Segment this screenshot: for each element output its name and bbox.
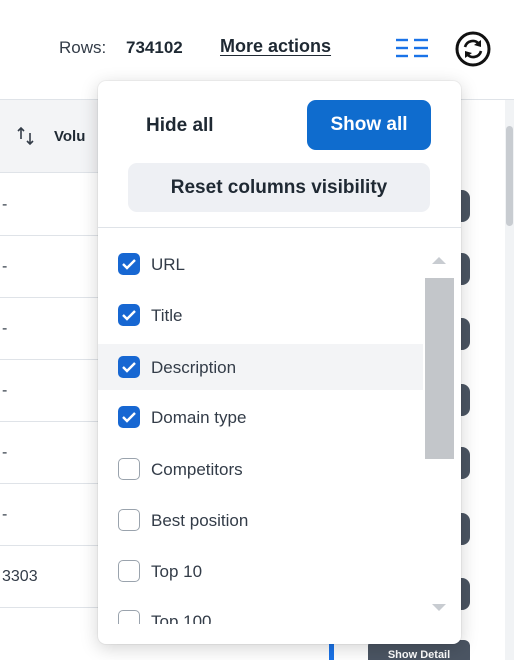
checkbox-checked[interactable] [118,253,140,275]
divider [98,227,461,228]
page-scrollbar-thumb[interactable] [506,126,513,226]
table-row: - [0,236,100,298]
table-row: - [0,484,100,546]
column-header-label: Volu [54,128,86,145]
column-option-label: Competitors [151,460,243,479]
scroll-up-arrow-icon[interactable] [432,257,446,264]
columns-icon[interactable] [394,36,430,60]
hide-all-button[interactable]: Hide all [146,115,214,137]
column-option-top-10[interactable]: Top 10 [98,548,423,594]
table-cell: 3303 [2,568,38,585]
scroll-down-arrow-icon[interactable] [432,604,446,611]
column-option-top-100[interactable]: Top 100 [98,598,423,624]
sort-icon[interactable] [15,124,37,148]
show-all-button[interactable]: Show all [307,100,431,150]
table-row: - [0,422,100,484]
table-cell: - [2,506,8,523]
checkbox-unchecked[interactable] [118,509,140,531]
column-option-domain-type[interactable]: Domain type [98,394,423,440]
table-cell: - [2,258,8,275]
column-list: URL Title Description Domain type Compet… [98,241,461,624]
table-header-volume[interactable]: Volu [0,100,100,173]
checkbox-unchecked[interactable] [118,610,140,624]
rows-count: 734102 [126,38,183,57]
column-option-best-position[interactable]: Best position [98,497,423,543]
reset-columns-button[interactable]: Reset columns visibility [128,163,430,212]
columns-visibility-popup: Hide all Show all Reset columns visibili… [98,81,461,644]
column-option-label: Top 10 [151,562,203,581]
rows-label: Rows: [59,38,107,57]
column-option-label: Top 100 [151,612,212,624]
checkbox-checked[interactable] [118,356,140,378]
checkbox-checked[interactable] [118,304,140,326]
refresh-icon[interactable] [454,30,492,68]
column-option-label: Domain type [151,408,247,427]
column-option-label: Description [151,358,237,377]
checkbox-unchecked[interactable] [118,560,140,582]
column-option-description[interactable]: Description [98,344,423,390]
table-row: 3303 [0,546,100,608]
column-option-label: URL [151,255,186,274]
column-option-label: Best position [151,511,249,530]
checkbox-checked[interactable] [118,406,140,428]
table-cell: - [2,320,8,337]
more-actions-link[interactable]: More actions [220,36,331,57]
table-cell: - [2,382,8,399]
column-option-url[interactable]: URL [98,241,423,287]
column-option-title[interactable]: Title [98,292,423,338]
list-scrollbar-thumb[interactable] [425,278,454,459]
column-option-competitors[interactable]: Competitors [98,446,423,492]
table-cell: - [2,196,8,213]
table-row: - [0,360,100,422]
checkbox-unchecked[interactable] [118,458,140,480]
column-option-label: Title [151,306,183,325]
table-cell: - [2,444,8,461]
table-row: - [0,298,100,360]
table-row: - [0,174,100,236]
